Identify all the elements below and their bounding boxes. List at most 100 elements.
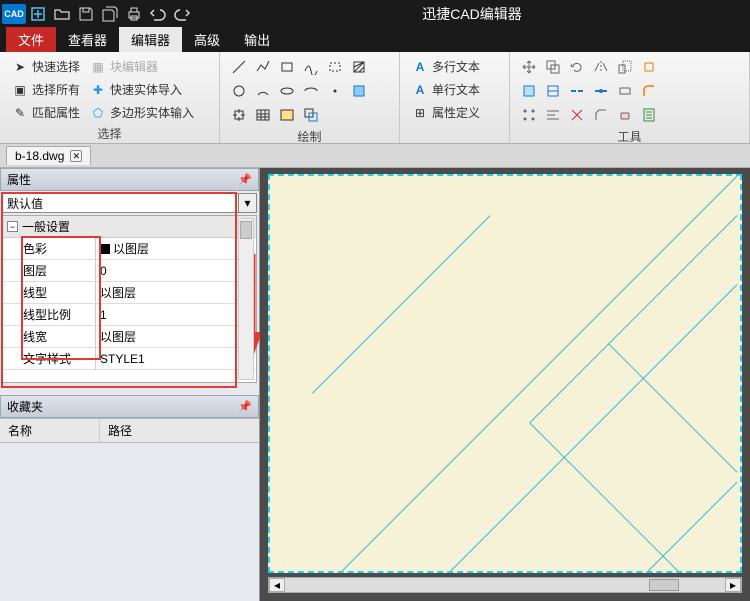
erase-tool[interactable] xyxy=(614,104,636,126)
tab-output[interactable]: 输出 xyxy=(232,27,282,52)
image-tool[interactable] xyxy=(276,104,298,126)
redo-button[interactable] xyxy=(170,2,194,26)
rect-tool[interactable] xyxy=(276,56,298,78)
main-area: 属性 📌 ▾ − 一般设置 色彩以图层 图层0 线型以图层 线型比例1 线宽以图… xyxy=(0,168,750,601)
new-file-button[interactable] xyxy=(26,2,50,26)
fillet-tool[interactable] xyxy=(638,80,660,102)
mtext-icon: A xyxy=(412,59,428,75)
section-general[interactable]: − 一般设置 xyxy=(3,216,256,238)
tab-advanced[interactable]: 高级 xyxy=(182,27,232,52)
horizontal-scrollbar[interactable]: ◂ ▸ xyxy=(268,577,742,593)
print-button[interactable] xyxy=(122,2,146,26)
drawing-canvas[interactable] xyxy=(268,174,742,573)
group-select-label: 选择 xyxy=(8,123,211,144)
copy-tool[interactable] xyxy=(542,56,564,78)
circle-tool[interactable] xyxy=(228,80,250,102)
extend-tool[interactable] xyxy=(542,80,564,102)
insert-block-tool[interactable] xyxy=(228,104,250,126)
save-button[interactable] xyxy=(74,2,98,26)
stretch-tool[interactable] xyxy=(638,56,660,78)
align-tool[interactable] xyxy=(542,104,564,126)
col-name[interactable]: 名称 xyxy=(0,419,100,442)
xref-tool[interactable] xyxy=(300,104,322,126)
prop-lineweight[interactable]: 线宽以图层 xyxy=(3,326,256,348)
trim-tool[interactable] xyxy=(518,80,540,102)
mtext-button[interactable]: A多行文本 xyxy=(408,56,501,77)
propgrid-scrollbar[interactable] xyxy=(238,218,254,380)
arc-tool[interactable] xyxy=(252,80,274,102)
rotate-tool[interactable] xyxy=(566,56,588,78)
close-tab-icon[interactable]: ✕ xyxy=(70,150,82,162)
brush-icon: ✎ xyxy=(12,105,28,121)
prop-layer[interactable]: 图层0 xyxy=(3,260,256,282)
tab-viewer[interactable]: 查看器 xyxy=(56,27,119,52)
attrdef-button[interactable]: ⊞属性定义 xyxy=(408,102,501,123)
select-all-button[interactable]: ▣选择所有 xyxy=(8,79,84,100)
mirror-tool[interactable] xyxy=(590,56,612,78)
ribbon: ➤快速选择 ▦块编辑器 ▣选择所有 ✚快速实体导入 ✎匹配属性 ⬠多边形实体输入… xyxy=(0,52,750,144)
ellipse-tool[interactable] xyxy=(276,80,298,102)
properties-tool[interactable] xyxy=(638,104,660,126)
undo-button[interactable] xyxy=(146,2,170,26)
app-logo: CAD xyxy=(2,4,26,24)
scroll-right-icon[interactable]: ▸ xyxy=(725,578,741,592)
line-tool[interactable] xyxy=(228,56,250,78)
left-panel: 属性 📌 ▾ − 一般设置 色彩以图层 图层0 线型以图层 线型比例1 线宽以图… xyxy=(0,168,260,601)
text-button[interactable]: A单行文本 xyxy=(408,79,501,100)
block-icon: ▦ xyxy=(90,59,106,75)
col-path[interactable]: 路径 xyxy=(100,419,140,442)
break-tool[interactable] xyxy=(566,80,588,102)
properties-panel-title: 属性 📌 xyxy=(0,168,259,191)
tab-file[interactable]: 文件 xyxy=(6,27,56,52)
hatch-tool[interactable] xyxy=(348,56,370,78)
title-bar: CAD 迅捷CAD编辑器 xyxy=(0,0,750,28)
move-tool[interactable] xyxy=(518,56,540,78)
pin-icon[interactable]: 📌 xyxy=(238,173,252,186)
point-tool[interactable] xyxy=(324,80,346,102)
hscroll-thumb[interactable] xyxy=(649,579,679,591)
match-props-button[interactable]: ✎匹配属性 xyxy=(8,102,84,123)
menu-tabs: 文件 查看器 编辑器 高级 输出 xyxy=(0,28,750,52)
region-tool[interactable] xyxy=(348,80,370,102)
scroll-thumb[interactable] xyxy=(240,221,252,239)
dropdown-arrow-icon[interactable]: ▾ xyxy=(239,193,257,213)
favorites-panel-title: 收藏夹 📌 xyxy=(0,395,259,418)
app-title: 迅捷CAD编辑器 xyxy=(194,4,750,24)
file-tab-label: b-18.dwg xyxy=(15,149,64,163)
file-tabs: b-18.dwg ✕ xyxy=(0,144,750,168)
block-editor-button[interactable]: ▦块编辑器 xyxy=(86,56,162,77)
collapse-icon[interactable]: − xyxy=(7,221,18,232)
polygon-icon: ⬠ xyxy=(90,105,106,121)
prop-ltscale[interactable]: 线型比例1 xyxy=(3,304,256,326)
offset-tool[interactable] xyxy=(614,80,636,102)
property-grid: − 一般设置 色彩以图层 图层0 线型以图层 线型比例1 线宽以图层 文字样式S… xyxy=(2,215,257,383)
scale-tool[interactable] xyxy=(614,56,636,78)
explode-tool[interactable] xyxy=(566,104,588,126)
save-all-button[interactable] xyxy=(98,2,122,26)
prop-color[interactable]: 色彩以图层 xyxy=(3,238,256,260)
default-value-input[interactable] xyxy=(2,193,239,213)
polyline-tool[interactable] xyxy=(252,56,274,78)
spline-tool[interactable] xyxy=(300,56,322,78)
join-tool[interactable] xyxy=(590,80,612,102)
tab-editor[interactable]: 编辑器 xyxy=(119,27,182,52)
scroll-left-icon[interactable]: ◂ xyxy=(269,578,285,592)
quick-select-button[interactable]: ➤快速选择 xyxy=(8,56,84,77)
ellipse-arc-tool[interactable] xyxy=(300,80,322,102)
group-tools-label: 工具 xyxy=(518,126,741,147)
prop-linetype[interactable]: 线型以图层 xyxy=(3,282,256,304)
default-value-dropdown[interactable]: ▾ xyxy=(2,193,257,213)
canvas-area: ◂ ▸ xyxy=(260,168,750,601)
quick-entity-import-button[interactable]: ✚快速实体导入 xyxy=(86,79,186,100)
prop-textstyle[interactable]: 文字样式STYLE1 xyxy=(3,348,256,370)
chamfer-tool[interactable] xyxy=(590,104,612,126)
pin-icon[interactable]: 📌 xyxy=(238,400,252,413)
text-icon: A xyxy=(412,82,428,98)
poly-entity-input-button[interactable]: ⬠多边形实体输入 xyxy=(86,102,198,123)
revcloud-tool[interactable] xyxy=(324,56,346,78)
open-file-button[interactable] xyxy=(50,2,74,26)
table-tool[interactable] xyxy=(252,104,274,126)
import-icon: ✚ xyxy=(90,82,106,98)
file-tab[interactable]: b-18.dwg ✕ xyxy=(6,146,91,165)
array-tool[interactable] xyxy=(518,104,540,126)
